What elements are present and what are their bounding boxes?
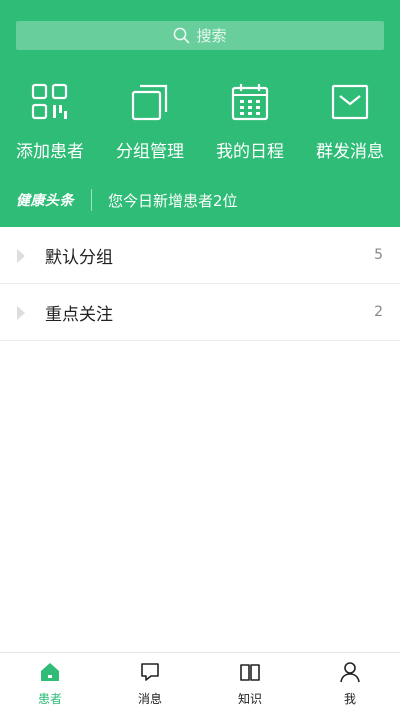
- quick-action-label: 群发消息: [316, 142, 384, 162]
- health-news-brand: 健康头条: [16, 193, 74, 209]
- search-bar[interactable]: 搜索: [16, 21, 384, 50]
- copy-squares-icon: [131, 84, 168, 121]
- group-row-focus[interactable]: 重点关注 2: [0, 284, 400, 341]
- patient-group-list: 默认分组 5 重点关注 2: [0, 227, 400, 341]
- health-news-text: 您今日新增患者2位: [108, 191, 238, 210]
- quick-action-label: 我的日程: [216, 142, 284, 162]
- group-name: 重点关注: [45, 304, 113, 325]
- group-row-default[interactable]: 默认分组 5: [0, 227, 400, 284]
- qr-code-icon: [31, 83, 68, 120]
- search-icon: [174, 27, 190, 44]
- group-count: 2: [374, 304, 383, 320]
- envelope-icon: [331, 84, 369, 120]
- tab-me[interactable]: 我: [300, 653, 400, 711]
- group-name: 默认分组: [45, 247, 113, 268]
- quick-action-label: 分组管理: [116, 142, 184, 162]
- tab-messages[interactable]: 消息: [100, 653, 200, 711]
- tab-label: 我: [343, 692, 356, 706]
- group-count: 5: [374, 247, 383, 263]
- search-placeholder: 搜索: [196, 27, 227, 45]
- header: 搜索 添加患者 分组管理 我的日程 群发消息 健康头条 您今日新增患者2位: [0, 0, 400, 227]
- expand-arrow-icon: [17, 306, 25, 320]
- chat-bubble-icon: [141, 663, 159, 681]
- tab-patients[interactable]: 患者: [0, 653, 100, 711]
- book-icon: [240, 664, 260, 681]
- bottom-tab-bar: 患者 消息 知识 我: [0, 652, 400, 711]
- tab-label: 知识: [237, 692, 262, 706]
- home-icon: [41, 663, 59, 681]
- my-schedule-button[interactable]: 我的日程: [200, 80, 300, 170]
- group-manage-button[interactable]: 分组管理: [100, 80, 200, 170]
- tab-knowledge[interactable]: 知识: [200, 653, 300, 711]
- calendar-icon: [231, 84, 269, 121]
- quick-actions: 添加患者 分组管理 我的日程 群发消息: [0, 80, 400, 170]
- expand-arrow-icon: [17, 249, 25, 263]
- mass-message-button[interactable]: 群发消息: [300, 80, 400, 170]
- person-icon: [340, 662, 360, 683]
- quick-action-label: 添加患者: [16, 142, 84, 162]
- divider: [91, 189, 92, 211]
- tab-label: 患者: [37, 692, 62, 706]
- health-news-bar[interactable]: 健康头条 您今日新增患者2位: [0, 186, 400, 214]
- tab-label: 消息: [137, 692, 162, 706]
- add-patient-button[interactable]: 添加患者: [0, 80, 100, 170]
